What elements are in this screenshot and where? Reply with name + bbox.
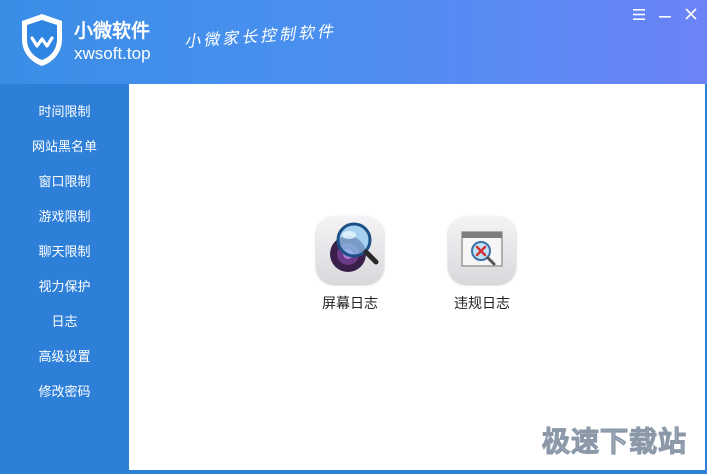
magnifier-icon [316,216,384,284]
screen-log-tile[interactable]: 屏幕日志 [295,216,405,313]
app-name: 小微软件 [74,20,151,42]
sidebar-item-chat-limit[interactable]: 聊天限制 [0,233,129,268]
sidebar-item-change-password[interactable]: 修改密码 [0,373,129,408]
screen-log-label: 屏幕日志 [322,296,378,312]
sidebar-item-eye-protection[interactable]: 视力保护 [0,268,129,303]
sidebar-item-website-blacklist[interactable]: 网站黑名单 [0,128,129,163]
sidebar-item-log[interactable]: 日志 [0,303,129,338]
violation-log-tile[interactable]: 违规日志 [427,216,537,313]
violation-window-icon [448,216,516,284]
sidebar-item-window-limit[interactable]: 窗口限制 [0,163,129,198]
minimize-button[interactable] [654,4,676,24]
menu-icon [633,8,645,20]
sidebar: 时间限制 网站黑名单 窗口限制 游戏限制 聊天限制 视力保护 日志 高级设置 修… [0,84,129,474]
app-slogan: 小微家长控制软件 [183,21,337,51]
watermark-text: 极速下载站 [541,425,687,459]
minimize-icon [659,8,671,20]
shield-logo-icon [18,12,66,68]
main-content: 屏幕日志 违规日志 极速下载站 [129,84,705,470]
app-domain: xwsoft.top [74,44,151,63]
sidebar-item-advanced-settings[interactable]: 高级设置 [0,338,129,373]
close-button[interactable] [680,4,702,24]
menu-button[interactable] [628,4,650,24]
sidebar-item-time-limit[interactable]: 时间限制 [0,93,129,128]
sidebar-item-game-limit[interactable]: 游戏限制 [0,198,129,233]
close-icon [685,8,697,20]
app-window: 小微软件 xwsoft.top 小微家长控制软件 时间限制 网站黑名单 窗口限制… [0,0,707,474]
violation-log-label: 违规日志 [454,296,510,312]
title-bar: 小微软件 xwsoft.top 小微家长控制软件 [0,0,707,84]
